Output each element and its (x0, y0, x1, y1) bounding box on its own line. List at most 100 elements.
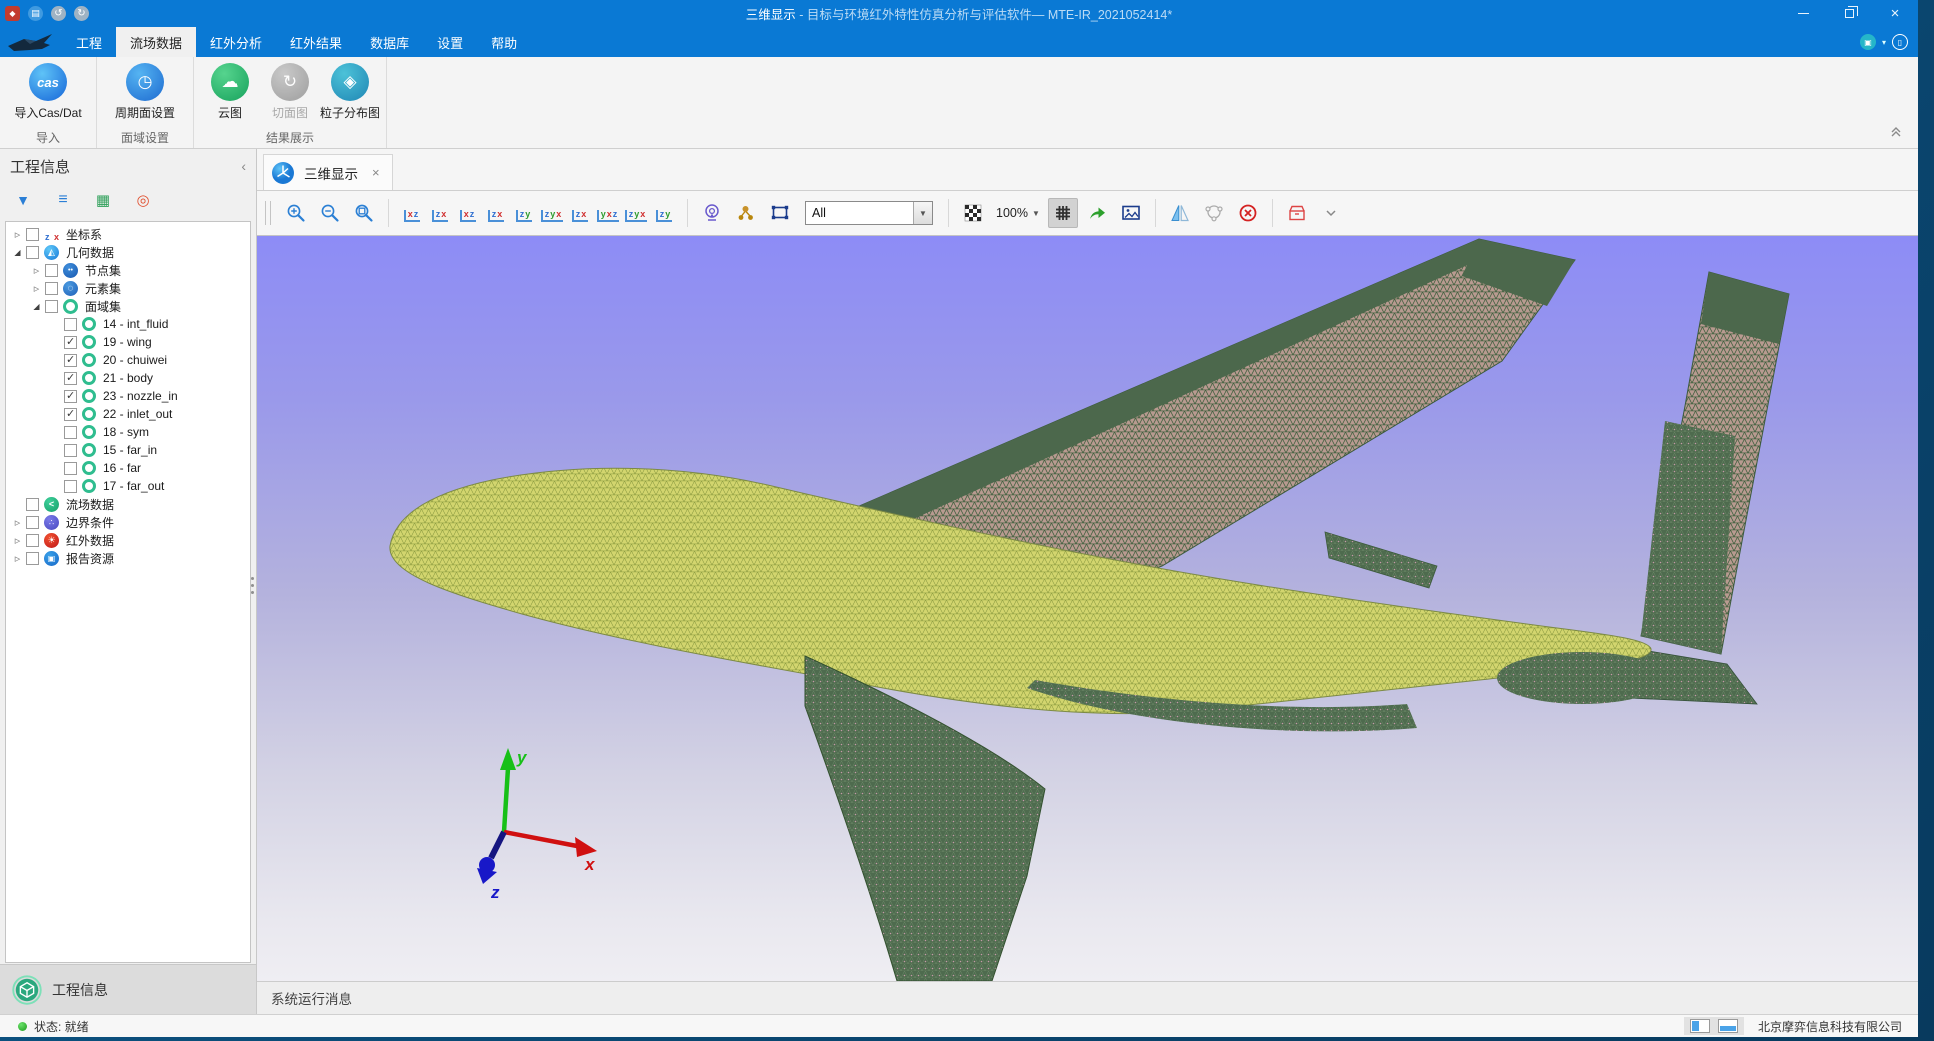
tree-checkbox[interactable] (26, 534, 39, 547)
tree-row[interactable]: 15 - far_in (6, 441, 250, 459)
view-orientation-button[interactable]: zx (482, 199, 510, 227)
locate-icon[interactable] (134, 191, 152, 209)
tree-row[interactable]: 元素集 (6, 279, 250, 297)
tree-checkbox[interactable] (26, 246, 39, 259)
grid-view-icon[interactable] (94, 191, 112, 209)
filter-icon[interactable] (14, 191, 32, 209)
ribbon-button[interactable]: 切面图 (260, 61, 320, 126)
tab-close-icon[interactable]: × (372, 165, 380, 180)
tree-row[interactable]: 18 - sym (6, 423, 250, 441)
tree-row[interactable]: 坐标系 (6, 225, 250, 243)
archive-box-button[interactable] (1282, 198, 1312, 228)
menu-tab[interactable]: 帮助 (477, 27, 531, 57)
tree-row[interactable]: 20 - chuiwei (6, 351, 250, 369)
tree-checkbox[interactable] (26, 516, 39, 529)
theme-dropdown-caret-icon[interactable]: ▾ (1882, 38, 1886, 47)
menu-tab[interactable]: 设置 (423, 27, 477, 57)
tree-checkbox[interactable] (64, 372, 77, 385)
view-orientation-button[interactable]: zx (566, 199, 594, 227)
pin-icon[interactable] (5, 6, 20, 21)
tree-expand-icon[interactable] (11, 516, 24, 529)
menu-tab[interactable]: 红外结果 (276, 27, 356, 57)
view-orientation-button[interactable]: zy (510, 199, 538, 227)
panel-footer-tab[interactable]: 工程信息 (0, 964, 256, 1014)
tree-checkbox[interactable] (64, 408, 77, 421)
tree-row[interactable]: 23 - nozzle_in (6, 387, 250, 405)
select-box-button[interactable] (765, 198, 795, 228)
tree-row[interactable]: 几何数据 (6, 243, 250, 261)
tree-checkbox[interactable] (64, 462, 77, 475)
tree-expand-icon[interactable] (11, 534, 24, 547)
theme-icon[interactable]: ▣ (1860, 34, 1876, 50)
panel-splitter-handle[interactable] (251, 577, 254, 598)
tree-row[interactable]: 21 - body (6, 369, 250, 387)
view-orientation-button[interactable]: xz (398, 199, 426, 227)
tree-checkbox[interactable] (45, 282, 58, 295)
mesh-grid-toggle-button[interactable] (1048, 198, 1078, 228)
ribbon-button[interactable]: cas 导入Cas/Dat (6, 61, 90, 126)
cancel-button[interactable] (1233, 198, 1263, 228)
menu-tab[interactable]: 工程 (62, 27, 116, 57)
layout-left-panel-icon[interactable] (1690, 1019, 1710, 1033)
tree-checkbox[interactable] (64, 426, 77, 439)
tree-row[interactable]: 17 - far_out (6, 477, 250, 495)
menu-tab[interactable]: 红外分析 (196, 27, 276, 57)
menu-tab[interactable]: 数据库 (356, 27, 423, 57)
tree-row[interactable]: 16 - far (6, 459, 250, 477)
redo-icon[interactable] (74, 6, 89, 21)
view-orientation-button[interactable]: yxz (594, 199, 622, 227)
display-filter-combobox[interactable]: All ▼ (805, 201, 933, 225)
tree-checkbox[interactable] (26, 552, 39, 565)
tree-checkbox[interactable] (26, 498, 39, 511)
viewport-3d[interactable]: y x z (257, 236, 1918, 981)
tree-row[interactable]: 19 - wing (6, 333, 250, 351)
restore-button[interactable] (1826, 0, 1872, 27)
tree-checkbox[interactable] (64, 318, 77, 331)
ribbon-button[interactable]: 粒子分布图 (320, 61, 380, 126)
zoom-fit-button[interactable] (349, 198, 379, 228)
tree-checkbox[interactable] (26, 228, 39, 241)
tree-checkbox[interactable] (45, 264, 58, 277)
tree-row[interactable]: 流场数据 (6, 495, 250, 513)
list-view-icon[interactable] (54, 191, 72, 209)
view-orientation-button[interactable]: zy (650, 199, 678, 227)
view-orientation-button[interactable]: zyx (622, 199, 650, 227)
view-orientation-button[interactable]: zx (426, 199, 454, 227)
probe-camera-button[interactable] (697, 198, 727, 228)
tree-expand-icon[interactable] (11, 552, 24, 565)
panel-collapse-icon[interactable]: ‹ (241, 158, 246, 174)
tree-expand-icon[interactable] (30, 264, 43, 277)
zoom-out-button[interactable] (315, 198, 345, 228)
ring-nodes-button[interactable] (1199, 198, 1229, 228)
tree-row[interactable]: 红外数据 (6, 531, 250, 549)
menu-tab[interactable]: 流场数据 (116, 27, 196, 57)
tree-row[interactable]: 边界条件 (6, 513, 250, 531)
tree-checkbox[interactable] (64, 390, 77, 403)
aircraft-mesh-model[interactable]: y x z (257, 236, 1917, 981)
combobox-dropdown-icon[interactable]: ▼ (913, 202, 932, 224)
help-book-icon[interactable]: ▯ (1892, 34, 1908, 50)
tree-checkbox[interactable] (45, 300, 58, 313)
tree-row[interactable]: 14 - int_fluid (6, 315, 250, 333)
tree-row[interactable]: 面域集 (6, 297, 250, 315)
mirror-button[interactable] (1165, 198, 1195, 228)
tree-checkbox[interactable] (64, 336, 77, 349)
view-orientation-button[interactable]: xz (454, 199, 482, 227)
close-button[interactable]: × (1872, 0, 1918, 27)
tree-row[interactable]: 节点集 (6, 261, 250, 279)
tree-expand-icon[interactable] (11, 228, 24, 241)
undo-icon[interactable] (51, 6, 66, 21)
tree-expand-icon[interactable] (30, 282, 43, 295)
tree-row[interactable]: 22 - inlet_out (6, 405, 250, 423)
layout-bottom-panel-icon[interactable] (1718, 1019, 1738, 1033)
opacity-percent-dropdown[interactable]: 100% ▼ (996, 206, 1040, 220)
snapshot-button[interactable] (1116, 198, 1146, 228)
save-icon[interactable] (28, 6, 43, 21)
molecule-button[interactable] (731, 198, 761, 228)
ribbon-collapse-button[interactable] (1888, 123, 1904, 144)
ribbon-button[interactable]: 周期面设置 (103, 61, 187, 126)
tab-3d-view[interactable]: 三维显示 × (263, 154, 393, 190)
ribbon-button[interactable]: 云图 (200, 61, 260, 126)
tree-row[interactable]: 报告资源 (6, 549, 250, 567)
archive-dropdown-button[interactable] (1316, 198, 1346, 228)
